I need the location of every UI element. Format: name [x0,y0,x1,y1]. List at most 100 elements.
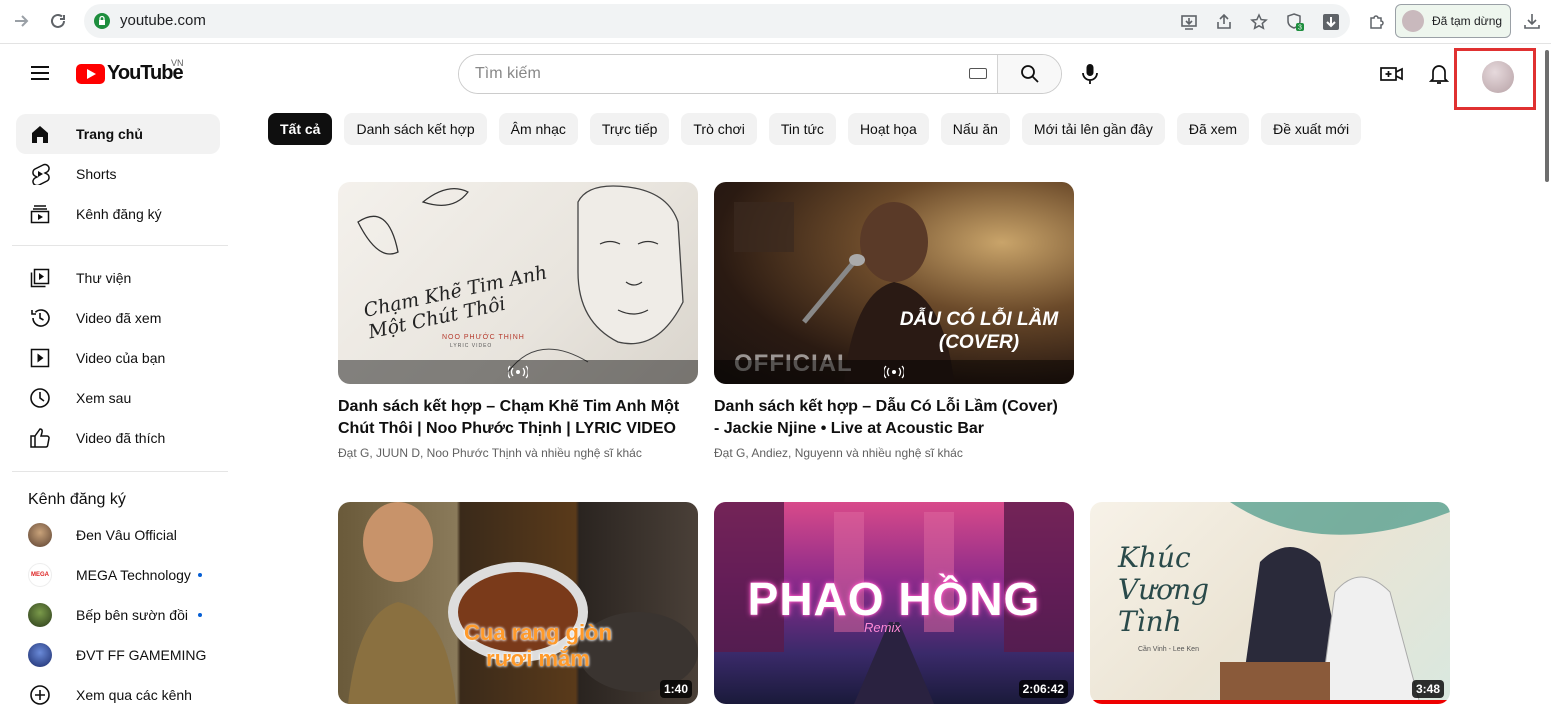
youtube-play-icon [76,63,105,84]
sidebar-item-label: Thư viện [76,270,132,286]
library-icon [28,266,52,290]
hamburger-menu-icon[interactable] [28,62,52,86]
scrollbar-thumb[interactable] [1545,50,1549,182]
youtube-logo[interactable]: YouTube VN [76,58,184,85]
chip-mixes[interactable]: Danh sách kết hợp [344,113,487,145]
thumbnail-title-art: Khúc Vương Tình [1118,541,1210,638]
sidebar-item-label: Video đã thích [76,430,166,446]
chip-cooking[interactable]: Nấu ăn [940,113,1010,145]
subscriptions-section-title: Kênh đăng ký [28,491,126,508]
search-icon [1020,65,1039,83]
video-duration-badge: 2:06:42 [1018,680,1068,698]
add-circle-icon [28,683,52,707]
thumbnail-artist-text: Cần Vinh - Lee Ken [1138,646,1199,653]
forward-icon[interactable] [8,8,34,34]
share-icon[interactable] [1213,11,1235,33]
browser-toolbar: youtube.com 3 Đã tạm dừng [0,0,1551,44]
country-code: VN [171,58,184,68]
home-icon [28,122,52,146]
sidebar-item-history[interactable]: Video đã xem [16,298,220,338]
search-box [458,54,1062,94]
chip-animation[interactable]: Hoạt họa [847,113,929,145]
thumbnail-title-line: DẪU CÓ LỖI LẦM [899,309,1059,330]
voice-search-mic-icon[interactable] [1074,58,1106,90]
video-thumbnail[interactable]: Cua rang giòn rươi mắm 1:40 [338,502,698,704]
chip-news[interactable]: Tin tức [768,113,836,145]
sidebar-sub-mega-technology[interactable]: MEGA MEGA Technology [16,555,220,595]
channel-avatar [28,523,52,547]
thumbnail-title-line: Cua rang giòn [464,620,612,645]
install-icon[interactable] [1178,11,1200,33]
sidebar-item-subscriptions[interactable]: Kênh đăng ký [16,194,220,234]
url-text: youtube.com [120,12,206,29]
download-ext-icon[interactable] [1320,11,1342,33]
cooking-photo-art [348,502,698,704]
svg-text:3: 3 [1298,25,1302,32]
new-content-dot [198,613,202,617]
extension-shield-icon[interactable]: 3 [1284,11,1306,33]
video-thumbnail[interactable]: Chạm Khẽ Tim Anh Một Chút Thôi NOO PHƯỚC… [338,182,698,384]
secure-lock-icon [94,13,110,29]
sidebar-item-label: Trang chủ [76,126,143,142]
video-title[interactable]: Danh sách kết hợp – Chạm Khẽ Tim Anh Một… [338,396,688,440]
sidebar-browse-channels[interactable]: Xem qua các kênh [16,675,220,715]
mix-broadcast-icon [884,365,904,379]
search-input[interactable] [459,55,999,93]
video-thumbnail[interactable]: PHAO HỒNG Remix 2:06:42 [714,502,1074,704]
new-content-dot [198,573,202,577]
chip-all[interactable]: Tất cả [268,113,333,145]
chip-gaming[interactable]: Trò chơi [681,113,757,145]
sidebar-sub-dvt-ff-gameming[interactable]: ĐVT FF GAMEMING [16,635,220,675]
youtube-header: YouTube VN [0,44,1551,110]
thumbnail-remix-text: Remix [864,620,901,635]
sidebar-divider [12,471,228,472]
sidebar-item-label: MEGA Technology [76,567,191,583]
sidebar-item-home[interactable]: Trang chủ [16,114,220,154]
profile-paused-button[interactable]: Đã tạm dừng [1395,4,1511,38]
liked-icon [28,426,52,450]
chip-live[interactable]: Trực tiếp [589,113,670,145]
downloads-icon[interactable] [1519,8,1545,34]
sidebar-item-label: Xem sau [76,390,132,406]
thumbnail-title-art: DẪU CÓ LỖI LẦM (COVER) [884,308,1074,354]
video-title[interactable]: Danh sách kết hợp – Dẫu Có Lỗi Lầm (Cove… [714,396,1064,440]
subscriptions-icon [28,202,52,226]
thumbnail-title-line: rươi mắm [486,646,590,671]
sidebar-item-watch-later[interactable]: Xem sau [16,378,220,418]
video-thumbnail[interactable]: Khúc Vương Tình Cần Vinh - Lee Ken 3:48 [1090,502,1450,704]
paused-label: Đã tạm dừng [1432,14,1503,28]
sidebar: Trang chủ Shorts Kênh đăng ký Thư viện V… [0,104,236,713]
sidebar-item-label: Video của bạn [76,350,166,366]
sidebar-sub-bep-ben-suon-doi[interactable]: Bếp bên sườn đồi [16,595,220,635]
shorts-icon [28,162,52,186]
sidebar-item-library[interactable]: Thư viện [16,258,220,298]
chip-recently-uploaded[interactable]: Mới tải lên gần đây [1021,113,1165,145]
sidebar-sub-den-vau[interactable]: Đen Vâu Official [16,515,220,555]
profile-avatar [1402,10,1424,32]
sidebar-item-label: Xem qua các kênh [76,687,192,703]
video-duration-badge: 3:48 [1411,680,1444,698]
chip-watched[interactable]: Đã xem [1176,113,1250,145]
extensions-puzzle-icon[interactable] [1364,8,1390,34]
address-bar[interactable]: youtube.com 3 [84,4,1350,38]
channel-avatar [28,603,52,627]
thumbnail-title-line: (COVER) [938,332,1020,353]
video-meta[interactable]: Đạt G, JUUN D, Noo Phước Thịnh và nhiều … [338,446,688,460]
bookmark-star-icon[interactable] [1248,11,1270,33]
search-button[interactable] [997,55,1061,93]
keyboard-icon[interactable] [969,68,987,79]
sidebar-item-shorts[interactable]: Shorts [16,154,220,194]
sidebar-item-liked-videos[interactable]: Video đã thích [16,418,220,458]
channel-avatar [28,643,52,667]
sidebar-item-your-videos[interactable]: Video của bạn [16,338,220,378]
notifications-bell-icon[interactable] [1425,60,1453,88]
channel-avatar: MEGA [28,563,52,587]
chip-new-to-you[interactable]: Đề xuất mới [1261,113,1362,145]
chip-music[interactable]: Âm nhạc [498,113,578,145]
account-avatar-highlight [1454,48,1536,110]
reload-icon[interactable] [45,8,71,34]
video-meta[interactable]: Đạt G, Andiez, Nguyenn và nhiều nghệ sĩ … [714,446,1064,460]
video-thumbnail[interactable]: DẪU CÓ LỖI LẦM (COVER) OFFICIAL [714,182,1074,384]
account-avatar[interactable] [1482,61,1514,93]
create-video-icon[interactable] [1378,60,1406,88]
